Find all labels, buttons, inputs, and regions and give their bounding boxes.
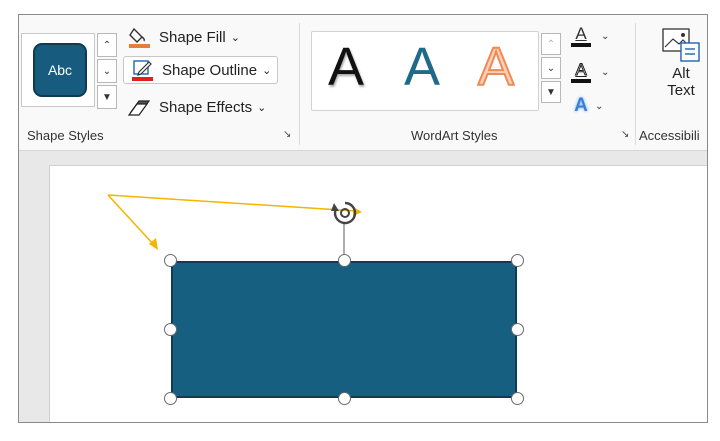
alt-text-label-line2: Text	[667, 82, 695, 99]
chevron-down-icon: ⌄	[102, 65, 112, 77]
gallery-up-button[interactable]: ⌃	[97, 33, 117, 57]
shape-fill-button[interactable]: Shape Fill ⌄	[127, 23, 240, 51]
document-canvas	[19, 151, 707, 422]
more-icon: ▼	[102, 91, 112, 103]
shape-styles-dialog-launcher[interactable]: ↘	[283, 129, 291, 140]
gallery-more-button[interactable]: ▼	[97, 85, 117, 109]
chevron-up-icon: ⌃	[546, 38, 556, 50]
rotate-icon	[331, 201, 357, 225]
chevron-down-icon: ⌄	[601, 30, 610, 42]
alt-text-label-line1: Alt	[672, 65, 690, 82]
selected-rectangle-shape[interactable]	[171, 261, 517, 398]
resize-handle-top-left[interactable]	[164, 254, 177, 267]
wordart-sample-black[interactable]: A	[328, 36, 364, 98]
wordart-styles-group-label: WordArt Styles	[411, 128, 498, 143]
gallery-down-button[interactable]: ⌄	[97, 59, 117, 83]
ribbon: Abc ⌃ ⌄ ▼ Shape Fill ⌄ Shape Outline ⌄ S…	[19, 15, 707, 151]
text-fill-button[interactable]: A ⌄	[571, 25, 609, 47]
pencil-outline-icon	[130, 58, 156, 82]
paint-bucket-icon	[127, 25, 153, 49]
arrowhead-icon	[149, 238, 158, 250]
text-effects-button[interactable]: A ⌄	[571, 95, 603, 117]
dialog-launcher-icon: ↘	[621, 129, 630, 140]
wordart-sample-orange-outline[interactable]: A	[477, 36, 515, 98]
wordart-scroll: ⌃ ⌄ ▼	[541, 33, 561, 109]
shape-effects-label: Shape Effects	[159, 98, 253, 116]
shape-outline-label: Shape Outline	[162, 61, 258, 79]
resize-handle-top-right[interactable]	[511, 254, 524, 267]
gallery-more-button[interactable]: ▼	[541, 81, 561, 103]
text-outline-button[interactable]: A ⌄	[571, 60, 610, 83]
group-divider	[299, 23, 300, 145]
shape-fill-label: Shape Fill	[159, 28, 226, 46]
group-divider	[635, 23, 636, 145]
text-outline-icon: A	[571, 60, 591, 83]
chevron-down-icon: ⌄	[546, 62, 556, 74]
shape-style-scroll: ⌃ ⌄ ▼	[97, 33, 117, 109]
text-effects-icon: A	[574, 95, 588, 116]
text-fill-icon: A	[571, 25, 591, 47]
accessibility-group-label: Accessibili	[639, 128, 700, 143]
resize-handle-bottom[interactable]	[338, 392, 351, 405]
chevron-down-icon: ⌄	[601, 66, 610, 78]
resize-handle-right[interactable]	[511, 323, 524, 336]
resize-handle-bottom-right[interactable]	[511, 392, 524, 405]
resize-handle-left[interactable]	[164, 323, 177, 336]
gallery-up-button[interactable]: ⌃	[541, 33, 561, 55]
dialog-launcher-icon: ↘	[283, 129, 292, 140]
document-page	[49, 165, 707, 422]
shape-style-gallery: Abc	[21, 33, 95, 107]
app-window: Abc ⌃ ⌄ ▼ Shape Fill ⌄ Shape Outline ⌄ S…	[18, 14, 708, 423]
more-icon: ▼	[546, 86, 556, 98]
resize-handle-top[interactable]	[338, 254, 351, 267]
chevron-down-icon: ⌄	[262, 64, 272, 77]
rotate-handle[interactable]	[330, 198, 360, 228]
shape-effects-button[interactable]: Shape Effects ⌄	[127, 93, 266, 121]
chevron-down-icon: ⌄	[257, 101, 267, 114]
shape-styles-group-label: Shape Styles	[27, 128, 104, 143]
resize-handle-bottom-left[interactable]	[164, 392, 177, 405]
gallery-down-button[interactable]: ⌄	[541, 57, 561, 79]
alt-text-icon	[661, 27, 701, 63]
chevron-up-icon: ⌃	[102, 39, 112, 51]
shape-outline-button[interactable]: Shape Outline ⌄	[123, 56, 279, 84]
chevron-down-icon: ⌄	[595, 100, 604, 112]
wordart-gallery: A A A	[311, 31, 539, 111]
wordart-styles-dialog-launcher[interactable]: ↘	[621, 129, 629, 140]
shape-style-preset[interactable]: Abc	[33, 43, 87, 97]
chevron-down-icon: ⌄	[230, 31, 240, 44]
wordart-sample-blue[interactable]: A	[404, 36, 440, 98]
shape-effects-icon	[127, 95, 153, 119]
alt-text-button[interactable]: Alt Text	[653, 27, 707, 117]
